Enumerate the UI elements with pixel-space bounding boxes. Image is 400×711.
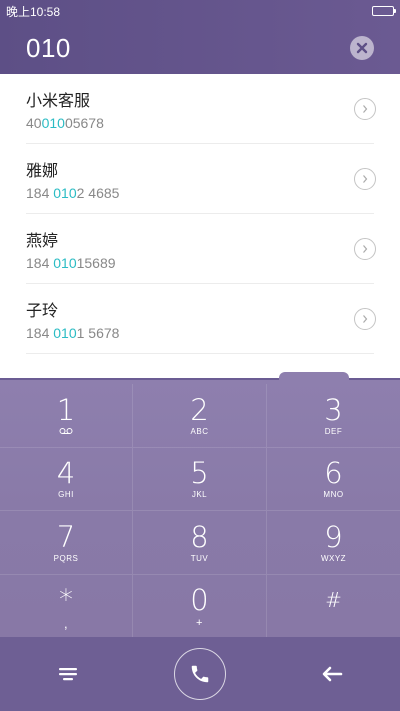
key-0[interactable]: 0 + (133, 574, 267, 638)
bottom-action-bar (0, 637, 400, 711)
contact-name: 雅娜 (26, 160, 59, 180)
status-time: 晚上10:58 (6, 4, 61, 19)
list-item[interactable]: 燕婷 184 01015689 (26, 214, 376, 284)
contact-detail-button[interactable] (354, 307, 376, 330)
contact-results-list: 小米客服 4001005678 雅娜 184 0102 4685 燕婷 184 … (0, 74, 400, 378)
dial-pad: 1 2 ABC 3 DEF 4 GHI 5 JKL 6 MNO 7 PQRS 8… (0, 372, 400, 638)
phone-icon (191, 665, 209, 683)
menu-icon (59, 668, 77, 681)
backspace-button[interactable] (302, 644, 362, 704)
clear-button[interactable] (350, 36, 374, 60)
list-item[interactable]: 子玲 184 0101 5678 (26, 284, 376, 354)
contact-name: 子玲 (26, 300, 59, 320)
chevron-right-icon (363, 244, 368, 253)
key-5[interactable]: 5 JKL (133, 447, 267, 511)
key-9[interactable]: 9 WXYZ (267, 511, 400, 575)
key-6[interactable]: 6 MNO (267, 448, 400, 511)
chevron-right-icon (363, 104, 368, 113)
dialed-number-row: 010 (0, 22, 400, 74)
key-8[interactable]: 8 TUV (133, 511, 267, 575)
chevron-right-icon (363, 174, 368, 183)
key-3[interactable]: 3 DEF (267, 384, 400, 448)
menu-button[interactable] (38, 644, 98, 704)
contact-number: 184 0101 5678 (26, 324, 120, 341)
list-item[interactable]: 雅娜 184 0102 4685 (26, 144, 376, 214)
key-7[interactable]: 7 PQRS (0, 511, 133, 575)
header: 晚上10:58 010 (0, 0, 400, 74)
key-1[interactable]: 1 (0, 384, 133, 448)
call-button[interactable] (174, 648, 226, 700)
contact-detail-button[interactable] (354, 97, 376, 120)
contact-number: 184 01015689 (26, 254, 116, 271)
battery-icon (372, 6, 396, 16)
key-2[interactable]: 2 ABC (133, 384, 267, 448)
status-bar: 晚上10:58 (0, 0, 400, 22)
voicemail-icon (59, 427, 73, 437)
dial-pad-handle[interactable] (279, 372, 349, 382)
dialed-number: 010 (26, 32, 71, 63)
arrow-left-icon (322, 666, 343, 682)
chevron-right-icon (363, 314, 368, 323)
key-hash[interactable]: # (267, 575, 400, 638)
key-4[interactable]: 4 GHI (0, 447, 133, 511)
contact-detail-button[interactable] (354, 167, 376, 190)
close-icon (356, 42, 368, 54)
list-item[interactable]: 小米客服 4001005678 (26, 74, 376, 144)
contact-detail-button[interactable] (354, 237, 376, 260)
contact-name: 小米客服 (26, 90, 91, 110)
contact-name: 燕婷 (26, 230, 59, 250)
key-star[interactable]: * , (0, 574, 133, 638)
contact-number: 4001005678 (26, 114, 104, 131)
contact-number: 184 0102 4685 (26, 184, 120, 201)
